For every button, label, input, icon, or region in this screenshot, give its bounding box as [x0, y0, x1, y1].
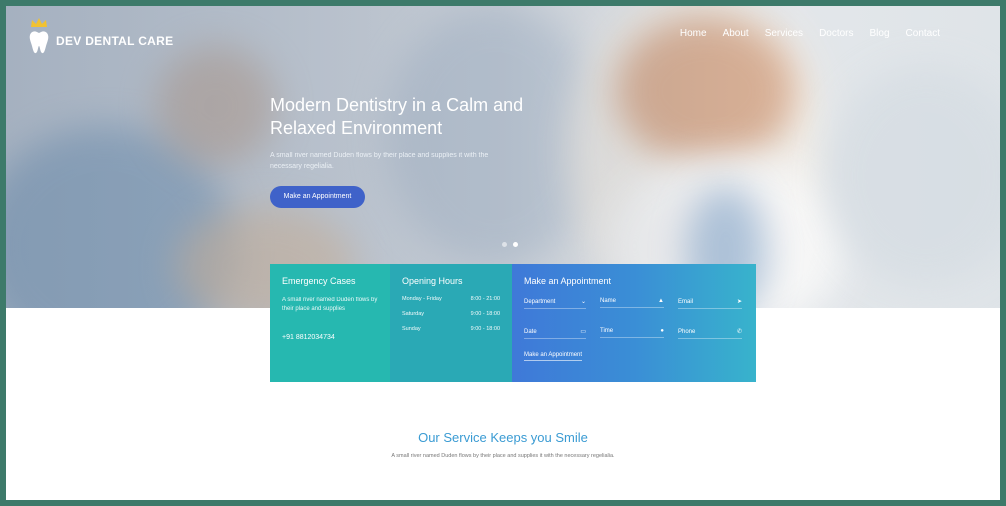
hours-time: 8:00 - 21:00 [470, 296, 500, 302]
brand-name: DEV DENTAL CARE [56, 34, 174, 48]
make-appointment-button[interactable]: Make an Appointment [270, 186, 365, 208]
slider-dot-1[interactable] [502, 242, 507, 247]
nav-services[interactable]: Services [765, 28, 803, 39]
email-field[interactable]: Email ➤ [678, 298, 742, 309]
emergency-card: Emergency Cases A small river named Dude… [270, 264, 390, 382]
tooth-icon [28, 18, 50, 54]
service-title: Our Service Keeps you Smile [418, 430, 588, 445]
hours-row: Monday - Friday 8:00 - 21:00 [402, 296, 500, 302]
email-placeholder: Email [678, 298, 694, 305]
service-subtitle: A small river named Duden flows by their… [391, 453, 615, 459]
hours-row: Saturday 9:00 - 18:00 [402, 311, 500, 317]
department-label: Department [524, 298, 556, 305]
slider-dots [502, 242, 518, 247]
time-field[interactable]: Time ● [600, 328, 664, 338]
hours-time: 9:00 - 18:00 [470, 326, 500, 332]
name-placeholder: Name [600, 298, 617, 304]
slider-dot-2[interactable] [513, 242, 518, 247]
hours-row: Sunday 9:00 - 18:00 [402, 326, 500, 332]
logo[interactable]: DEV DENTAL CARE [28, 18, 174, 54]
date-field[interactable]: Date ▭ [524, 328, 586, 339]
send-icon: ➤ [736, 299, 742, 305]
hours-day: Saturday [402, 311, 425, 317]
hours-day: Sunday [402, 326, 421, 332]
hero-banner: DEV DENTAL CARE Home About Services Doct… [6, 6, 1000, 308]
department-select[interactable]: Department ⌄ [524, 298, 586, 309]
info-panel: Emergency Cases A small river named Dude… [270, 264, 756, 382]
emergency-title: Emergency Cases [282, 276, 356, 286]
nav-doctors[interactable]: Doctors [819, 28, 853, 39]
hours-day: Monday - Friday [402, 296, 442, 302]
emergency-text: A small river named Duden flows by their… [282, 297, 378, 312]
emergency-phone[interactable]: +91 8812034734 [282, 334, 378, 341]
hero-title: Modern Dentistry in a Calm and Relaxed E… [270, 95, 524, 138]
appointment-form: Make an Appointment Department ⌄ Name ▲ … [512, 264, 756, 382]
clock-icon: ● [660, 328, 664, 334]
appointment-title: Make an Appointment [524, 276, 612, 286]
name-field[interactable]: Name ▲ [600, 298, 664, 308]
opening-hours-card: Opening Hours Monday - Friday 8:00 - 21:… [390, 264, 512, 382]
nav-contact[interactable]: Contact [906, 28, 940, 39]
hours-time: 9:00 - 18:00 [470, 311, 500, 317]
hours-title: Opening Hours [402, 276, 463, 286]
user-icon: ▲ [658, 298, 664, 304]
nav-blog[interactable]: Blog [870, 28, 890, 39]
hero-subtitle: A small river named Duden flows by their… [270, 152, 489, 170]
chevron-down-icon: ⌄ [580, 299, 586, 305]
nav-home[interactable]: Home [680, 28, 707, 39]
submit-appointment-button[interactable]: Make an Appointment [524, 352, 583, 361]
calendar-icon: ▭ [580, 329, 586, 335]
nav-about[interactable]: About [723, 28, 749, 39]
time-placeholder: Time [600, 328, 614, 334]
phone-icon: ✆ [736, 329, 742, 335]
phone-field[interactable]: Phone ✆ [678, 328, 742, 339]
page-frame: DEV DENTAL CARE Home About Services Doct… [6, 6, 1000, 500]
phone-placeholder: Phone [678, 328, 696, 335]
main-nav: Home About Services Doctors Blog Contact [680, 28, 940, 39]
date-placeholder: Date [524, 328, 537, 335]
